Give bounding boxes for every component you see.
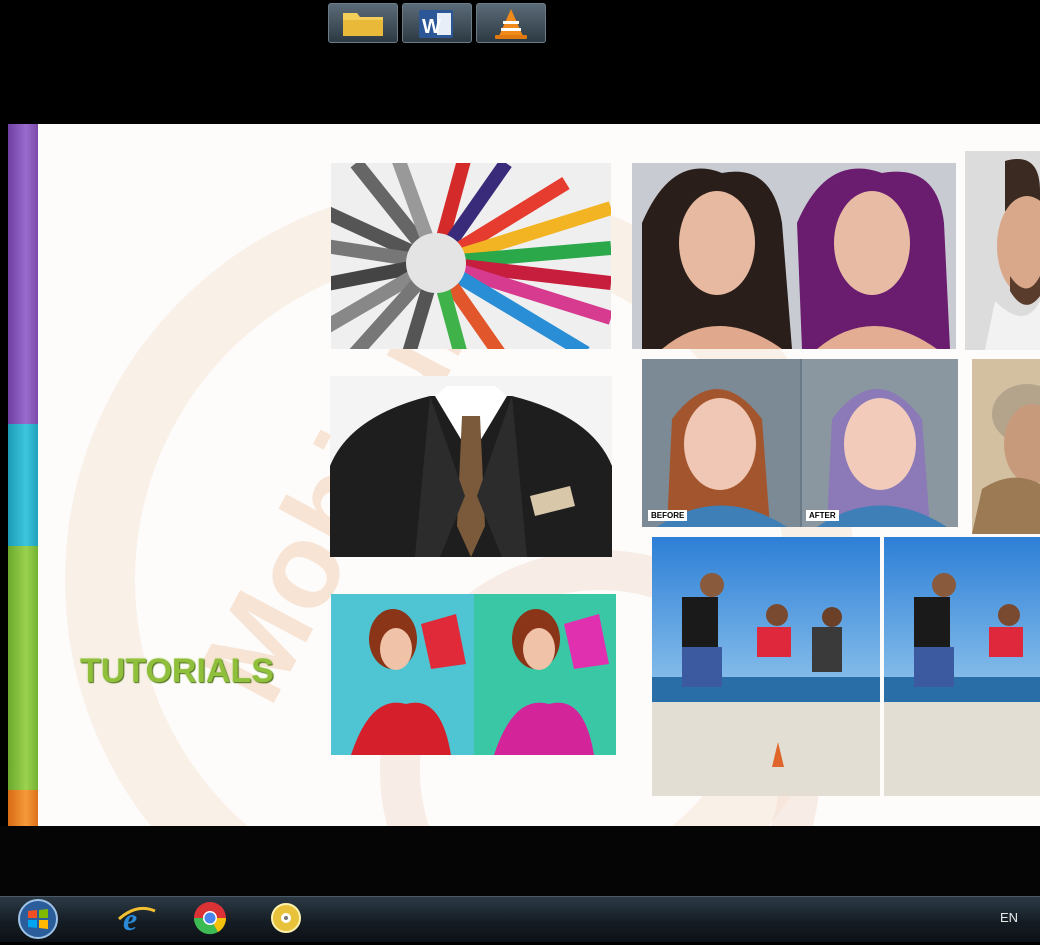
windows-logo-icon: [18, 899, 58, 939]
file-explorer-button[interactable]: [328, 3, 398, 43]
tutorials-heading: TUTORIALS: [80, 652, 274, 690]
vlc-cone-icon: [495, 9, 527, 39]
beach-jump-photo: [652, 537, 880, 796]
old-man-photo: [972, 359, 1040, 534]
pencils-photo: [331, 163, 611, 349]
vlc-button[interactable]: [476, 3, 546, 43]
black-lower-band: [0, 826, 1040, 896]
folder-icon: [343, 13, 383, 36]
before-after-photo: BEFORE AFTER: [642, 359, 958, 527]
side-stripe-cyan: [8, 424, 38, 546]
after-label: AFTER: [806, 510, 839, 521]
word-icon: W: [419, 10, 453, 38]
svg-text:W: W: [422, 16, 441, 38]
sneakers-photo: [331, 594, 616, 755]
man-portrait-photo: [965, 151, 1040, 350]
internet-explorer-icon[interactable]: e: [115, 899, 159, 937]
side-stripe-purple: [8, 124, 38, 424]
media-center-icon[interactable]: [264, 899, 308, 937]
side-stripe-orange: [8, 790, 38, 826]
svg-text:e: e: [123, 901, 137, 937]
hair-color-photo: [632, 163, 956, 349]
suit-photo: [330, 376, 612, 557]
start-button[interactable]: [16, 898, 60, 940]
side-stripe-green: [8, 546, 38, 790]
before-label: BEFORE: [648, 510, 688, 521]
language-indicator[interactable]: EN: [1000, 910, 1018, 925]
word-button[interactable]: W: [402, 3, 472, 43]
beach-jump-photo-copy: [884, 537, 1040, 796]
chrome-icon[interactable]: [188, 899, 232, 937]
